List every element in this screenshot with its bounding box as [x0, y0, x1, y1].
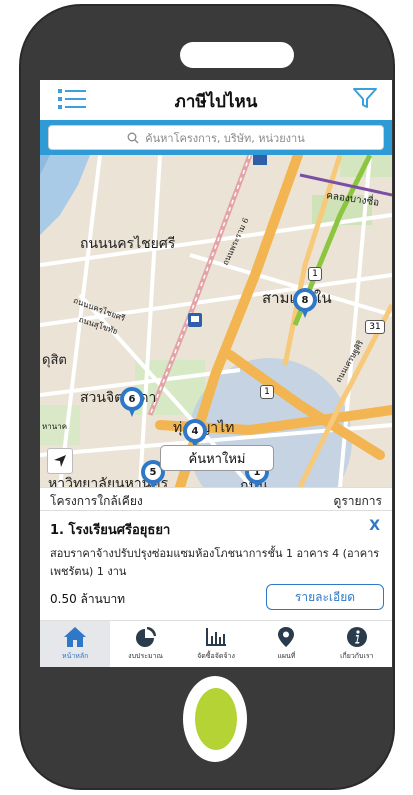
- project-description: สอบราคาจ้างปรับปรุงซ่อมแซมห้องโภชนาการชั…: [50, 547, 380, 578]
- nav-label: จัดซื้อจัดจ้าง: [197, 652, 235, 660]
- nav-label: เกี่ยวกับเรา: [340, 652, 374, 660]
- search-placeholder: ค้นหาโครงการ, บริษัท, หน่วยงาน: [145, 131, 305, 145]
- road-badge: 1: [308, 267, 322, 281]
- search-bar: ค้นหาโครงการ, บริษัท, หน่วยงาน: [40, 120, 392, 155]
- nav-item-map[interactable]: แผนที่: [251, 621, 321, 667]
- nav-label: งบประมาณ: [128, 652, 164, 660]
- pie-chart-icon: [135, 627, 156, 647]
- nav-label: หน้าหลัก: [61, 652, 89, 660]
- project-name: 1. โรงเรียนศรีอยุธยา: [50, 523, 171, 538]
- search-input[interactable]: ค้นหาโครงการ, บริษัท, หน่วยงาน: [48, 125, 384, 150]
- bar-chart-icon: [206, 628, 227, 646]
- road-badge: 31: [365, 320, 385, 334]
- home-icon: [64, 627, 87, 647]
- phone-speaker: [180, 42, 294, 68]
- locate-button[interactable]: [47, 448, 73, 474]
- map-label: สวนจิตรลดา: [80, 390, 157, 406]
- new-search-button[interactable]: ค้นหาใหม่: [160, 445, 274, 471]
- nearby-header: โครงการใกล้เคียง ดูรายการ: [40, 487, 392, 511]
- nav-item-procurement[interactable]: จัดซื้อจัดจ้าง: [181, 621, 251, 667]
- phone-home-button-inner[interactable]: [195, 688, 237, 750]
- map-label: ถนนนครไชยศรี: [80, 236, 176, 252]
- info-icon: [346, 627, 367, 647]
- page-title: ภาษีไปไหน: [174, 92, 258, 112]
- filter-icon[interactable]: [352, 86, 378, 110]
- map-marker[interactable]: 6: [120, 387, 144, 419]
- nearby-title: โครงการใกล้เคียง: [50, 494, 143, 508]
- map-label: หานาค: [42, 422, 68, 431]
- top-bar: ภาษีไปไหน: [40, 80, 392, 118]
- nav-item-home[interactable]: หน้าหลัก: [40, 621, 111, 667]
- nav-label: แผนที่: [277, 652, 296, 660]
- map-view[interactable]: ถนนนครไชยศรี สามเสนใน ดุสิต สวนจิตรลดา ท…: [40, 155, 392, 487]
- map-label: ดุสิต: [42, 353, 67, 368]
- nav-item-about[interactable]: เกี่ยวกับเรา: [322, 621, 392, 667]
- close-button[interactable]: X: [369, 518, 380, 534]
- location-arrow-icon: [54, 455, 66, 467]
- project-card: 1. โรงเรียนศรีอยุธยา X สอบราคาจ้างปรับปร…: [40, 511, 392, 616]
- map-marker[interactable]: 8: [293, 288, 317, 320]
- view-list-link[interactable]: ดูรายการ: [334, 492, 382, 511]
- app-screen: ภาษีไปไหน ค้นหาโครงการ, บริษัท, หน่วยงาน: [40, 80, 392, 667]
- bottom-nav: หน้าหลัก งบประมาณ จัดซื้อจัดจ้าง แผนที่ …: [40, 620, 392, 667]
- nav-item-budget[interactable]: งบประมาณ: [110, 621, 180, 667]
- detail-button[interactable]: รายละเอียด: [266, 584, 384, 610]
- search-icon: [127, 132, 139, 143]
- project-budget: 0.50 ล้านบาท: [50, 592, 126, 606]
- road-badge: 1: [260, 385, 274, 399]
- map-pin-icon: [278, 627, 295, 647]
